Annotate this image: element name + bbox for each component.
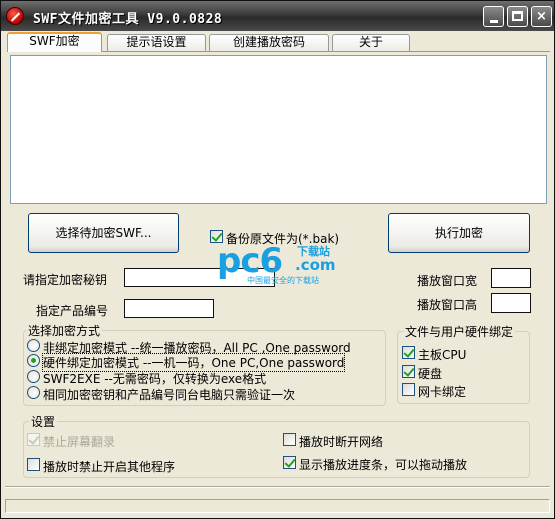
- cpu-label: 主板CPU: [418, 348, 467, 362]
- maximize-icon: [512, 11, 523, 21]
- app-icon: [6, 7, 24, 25]
- mode-label-verify-once: 相同加密密钥和产品编号同台电脑只需验证一次: [43, 388, 296, 402]
- encrypt-mode-title: 选择加密方式: [26, 322, 103, 339]
- minimize-button[interactable]: [483, 6, 504, 27]
- hardware-bind-title: 文件与用户硬件绑定: [403, 323, 516, 340]
- block-programs-checkbox[interactable]: [27, 458, 40, 471]
- nic-label: 网卡绑定: [418, 385, 467, 399]
- backup-label: 备份原文件为(*.bak): [226, 232, 340, 246]
- show-progress-checkbox[interactable]: [283, 456, 296, 469]
- disable-record-label: 禁止屏幕翻录: [43, 435, 116, 449]
- select-swf-button[interactable]: 选择待加密SWF...: [28, 213, 179, 253]
- disconnect-network-checkbox[interactable]: [283, 433, 296, 446]
- maximize-button[interactable]: [507, 6, 528, 27]
- close-button[interactable]: ×: [531, 6, 552, 27]
- block-programs-label: 播放时禁止开启其他程序: [43, 460, 176, 474]
- status-bar: [5, 499, 550, 513]
- mode-label-swf2exe: SWF2EXE --无需密码，仅转换为exe格式: [43, 372, 267, 386]
- mode-radio-unbound[interactable]: [27, 339, 40, 352]
- minimize-icon: [490, 20, 498, 23]
- settings-title: 设置: [29, 413, 58, 430]
- window-width-label: 播放窗口宽: [417, 274, 478, 288]
- tab-swf-encrypt[interactable]: SWF加密: [7, 32, 102, 52]
- product-label: 指定产品编号: [36, 304, 109, 318]
- key-input[interactable]: [124, 268, 275, 287]
- product-input[interactable]: [124, 299, 214, 318]
- output-log-area[interactable]: [10, 55, 547, 204]
- window-height-input[interactable]: [491, 293, 531, 313]
- cpu-checkbox[interactable]: [402, 346, 415, 359]
- show-progress-label: 显示播放进度条，可以拖动播放: [299, 458, 468, 472]
- close-icon: ×: [536, 9, 547, 24]
- window-width-input[interactable]: [491, 268, 531, 288]
- disable-record-checkbox[interactable]: [27, 433, 40, 446]
- mode-radio-hardware-bound[interactable]: [27, 354, 40, 367]
- window-title: SWF文件加密工具 V9.0.0828: [33, 12, 223, 27]
- key-label: 请指定加密秘钥: [23, 273, 108, 287]
- main-window: SWF文件加密工具 V9.0.0828 × SWF加密 提示语设置 创建播放密码…: [0, 0, 555, 519]
- tab-create-play-password[interactable]: 创建播放密码: [209, 34, 329, 51]
- title-bar: SWF文件加密工具 V9.0.0828 ×: [1, 1, 554, 31]
- tab-about[interactable]: 关于: [332, 34, 410, 51]
- disconnect-network-label: 播放时断开网络: [299, 435, 384, 449]
- mode-label-hardware-bound: 硬件绑定加密模式 --一机一码，One PC,One password: [41, 353, 346, 372]
- mode-radio-verify-once[interactable]: [27, 386, 40, 399]
- mode-radio-swf2exe[interactable]: [27, 370, 40, 383]
- nic-checkbox[interactable]: [402, 383, 415, 396]
- disk-label: 硬盘: [418, 367, 443, 381]
- backup-checkbox[interactable]: [210, 230, 223, 243]
- disk-checkbox[interactable]: [402, 365, 415, 378]
- window-height-label: 播放窗口高: [417, 298, 478, 312]
- tab-prompt-settings[interactable]: 提示语设置: [107, 34, 206, 51]
- watermark-com: .com: [295, 256, 336, 274]
- bottom-divider: [5, 486, 550, 488]
- execute-encrypt-button[interactable]: 执行加密: [388, 213, 530, 253]
